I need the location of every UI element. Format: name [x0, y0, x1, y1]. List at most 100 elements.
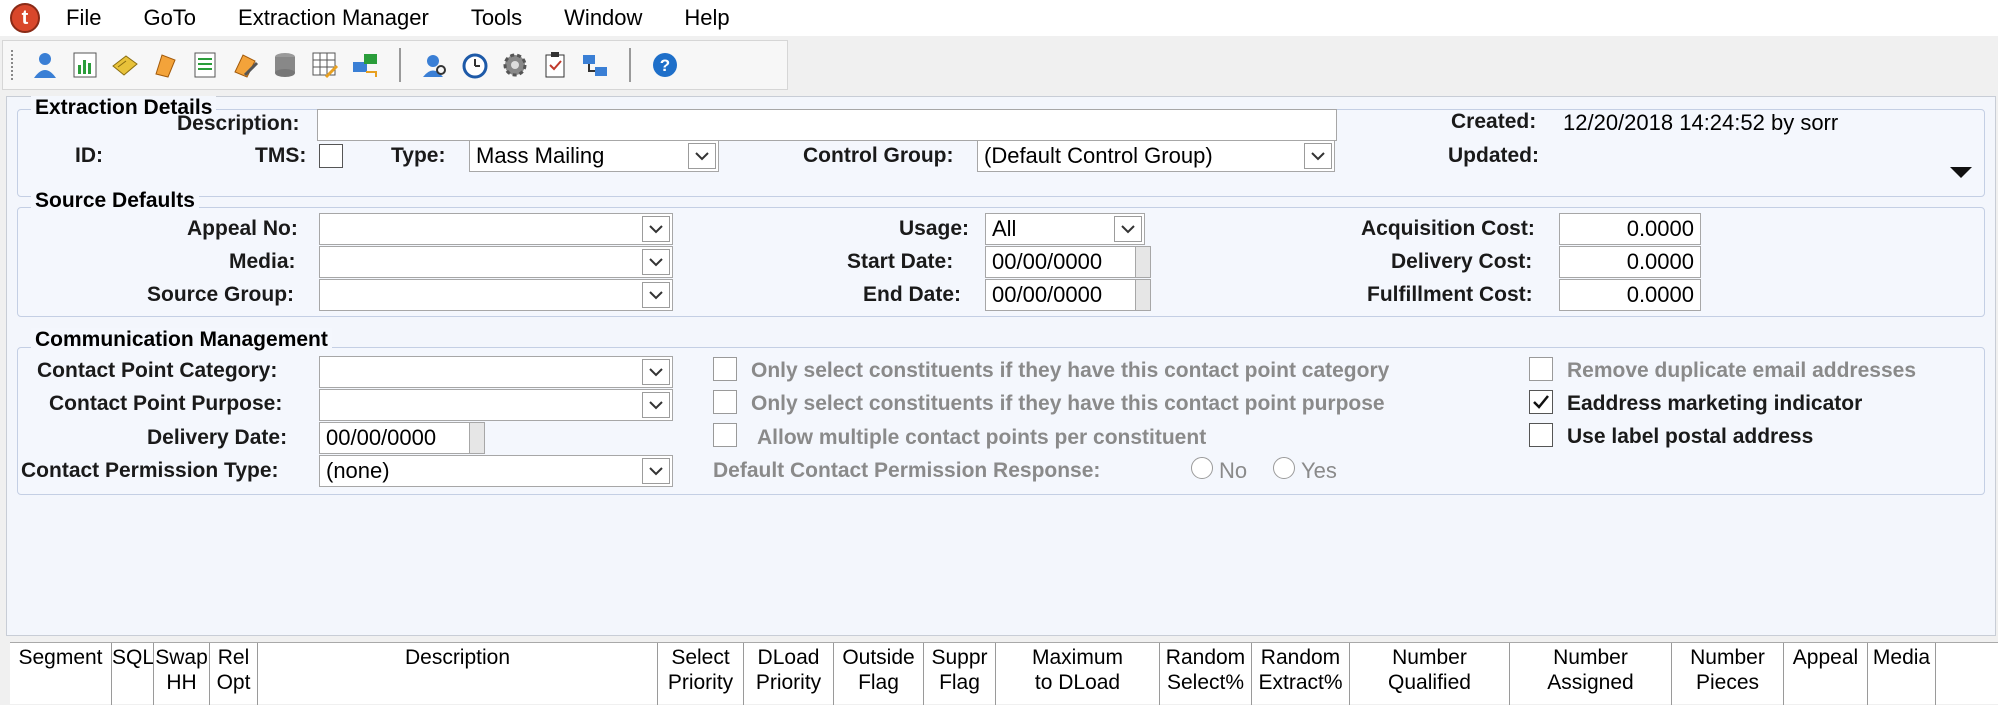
- menu-tools[interactable]: Tools: [467, 3, 526, 33]
- response-no-label: No: [1219, 458, 1248, 483]
- menu-window[interactable]: Window: [560, 3, 646, 33]
- help-icon[interactable]: ?: [648, 48, 682, 82]
- eaddress-marketing-label: Eaddress marketing indicator: [1567, 392, 1863, 415]
- col-media[interactable]: Media: [1868, 643, 1936, 705]
- transfer-icon[interactable]: [348, 48, 382, 82]
- allow-multiple-checkbox[interactable]: [713, 423, 737, 447]
- allow-multiple-label: Allow multiple contact points per consti…: [757, 426, 1207, 449]
- gear-icon[interactable]: [498, 48, 532, 82]
- response-no-radio[interactable]: [1191, 457, 1213, 479]
- menu-goto[interactable]: GoTo: [139, 3, 200, 33]
- menu-extraction-manager[interactable]: Extraction Manager: [234, 3, 433, 33]
- contact-point-category-select[interactable]: [319, 356, 673, 388]
- app-logo-icon[interactable]: t: [10, 3, 40, 33]
- col-maximum-to-dload[interactable]: Maximum to DLoad: [996, 643, 1160, 705]
- source-group-label: Source Group:: [147, 283, 295, 306]
- menu-file[interactable]: File: [62, 3, 105, 33]
- only-category-checkbox[interactable]: [713, 357, 737, 381]
- contact-permission-type-select[interactable]: (none): [319, 455, 673, 487]
- contact-permission-type-label: Contact Permission Type:: [21, 459, 279, 482]
- delivery-date-label: Delivery Date:: [147, 426, 288, 449]
- media-select[interactable]: [319, 246, 673, 278]
- source-group-select[interactable]: [319, 279, 673, 311]
- delivery-date-value: 00/00/0000: [326, 425, 437, 450]
- description-input[interactable]: [317, 109, 1337, 141]
- col-rel-opt[interactable]: Rel Opt: [210, 643, 258, 705]
- chevron-down-icon[interactable]: [642, 249, 670, 275]
- tms-checkbox[interactable]: [319, 144, 343, 168]
- col-dload-priority[interactable]: DLoad Priority: [744, 643, 834, 705]
- col-appeal[interactable]: Appeal: [1784, 643, 1868, 705]
- toolbar-separator: [399, 48, 401, 82]
- remove-duplicate-checkbox[interactable]: [1529, 357, 1553, 381]
- delivery-cost-input[interactable]: 0.0000: [1559, 246, 1701, 278]
- acquisition-cost-input[interactable]: 0.0000: [1559, 213, 1701, 245]
- chevron-down-icon[interactable]: [1114, 216, 1142, 242]
- chevron-down-icon[interactable]: [642, 282, 670, 308]
- pencil-tag-icon[interactable]: [228, 48, 262, 82]
- grid-edit-icon[interactable]: [308, 48, 342, 82]
- col-sql[interactable]: SQL: [112, 643, 154, 705]
- col-random-extract[interactable]: Random Extract%: [1252, 643, 1350, 705]
- col-suppr-flag[interactable]: Suppr Flag: [924, 643, 996, 705]
- source-defaults-title: Source Defaults: [31, 189, 199, 213]
- appeal-no-select[interactable]: [319, 213, 673, 245]
- chevron-down-icon[interactable]: [1304, 143, 1332, 169]
- control-group-select[interactable]: (Default Control Group): [977, 140, 1335, 172]
- search-person-icon[interactable]: [418, 48, 452, 82]
- database-icon[interactable]: [268, 48, 302, 82]
- contact-permission-type-value: (none): [326, 458, 390, 483]
- start-date-input[interactable]: 00/00/0000: [985, 246, 1151, 278]
- chevron-down-icon[interactable]: [642, 392, 670, 418]
- col-random-select[interactable]: Random Select%: [1160, 643, 1252, 705]
- toolbar-grip[interactable]: [11, 50, 17, 80]
- communication-management-title: Communication Management: [31, 328, 332, 352]
- col-select-priority[interactable]: Select Priority: [658, 643, 744, 705]
- clock-icon[interactable]: [458, 48, 492, 82]
- default-permission-response-label: Default Contact Permission Response:: [713, 459, 1101, 482]
- col-number-pieces[interactable]: Number Pieces: [1672, 643, 1784, 705]
- chevron-down-icon[interactable]: [642, 216, 670, 242]
- col-number-qualified[interactable]: Number Qualified: [1350, 643, 1510, 705]
- delivery-date-input[interactable]: 00/00/0000: [319, 422, 485, 454]
- constituent-icon[interactable]: [28, 48, 62, 82]
- chevron-down-icon[interactable]: [688, 143, 716, 169]
- end-date-input[interactable]: 00/00/0000: [985, 279, 1151, 311]
- date-picker-button[interactable]: [469, 423, 484, 453]
- usage-select[interactable]: All: [985, 213, 1145, 245]
- type-select[interactable]: Mass Mailing: [469, 140, 719, 172]
- col-outside-flag[interactable]: Outside Flag: [834, 643, 924, 705]
- network-icon[interactable]: [578, 48, 612, 82]
- control-group-select-value: (Default Control Group): [984, 143, 1213, 168]
- contact-point-category-label: Contact Point Category:: [37, 359, 278, 382]
- control-group-label: Control Group:: [803, 144, 954, 167]
- eaddress-marketing-checkbox[interactable]: [1529, 390, 1553, 414]
- svg-text:?: ?: [660, 56, 670, 75]
- col-swap-hh[interactable]: Swap HH: [154, 643, 210, 705]
- created-value: 12/20/2018 14:24:52 by sorr: [1563, 110, 1839, 135]
- col-segment[interactable]: Segment: [10, 643, 112, 705]
- menu-help[interactable]: Help: [680, 3, 733, 33]
- acquisition-cost-label: Acquisition Cost:: [1361, 217, 1535, 240]
- chevron-down-icon[interactable]: [642, 458, 670, 484]
- chevron-down-icon[interactable]: [642, 359, 670, 385]
- clipboard-icon[interactable]: [538, 48, 572, 82]
- only-purpose-checkbox[interactable]: [713, 390, 737, 414]
- date-picker-button[interactable]: [1135, 280, 1150, 310]
- fulfillment-cost-input[interactable]: 0.0000: [1559, 279, 1701, 311]
- flag-icon[interactable]: [148, 48, 182, 82]
- usage-label: Usage:: [899, 217, 970, 240]
- expand-arrow-icon[interactable]: [1950, 167, 1972, 178]
- contact-point-purpose-select[interactable]: [319, 389, 673, 421]
- start-date-label: Start Date:: [847, 250, 954, 273]
- response-yes-radio[interactable]: [1273, 457, 1295, 479]
- extraction-form: Extraction Details Description: ID: TMS:…: [6, 96, 1996, 636]
- date-picker-button[interactable]: [1135, 247, 1150, 277]
- use-label-postal-checkbox[interactable]: [1529, 423, 1553, 447]
- col-number-assigned[interactable]: Number Assigned: [1510, 643, 1672, 705]
- type-label: Type:: [391, 144, 446, 167]
- col-description[interactable]: Description: [258, 643, 658, 705]
- list-icon[interactable]: [188, 48, 222, 82]
- report-icon[interactable]: [68, 48, 102, 82]
- ticket-icon[interactable]: [108, 48, 142, 82]
